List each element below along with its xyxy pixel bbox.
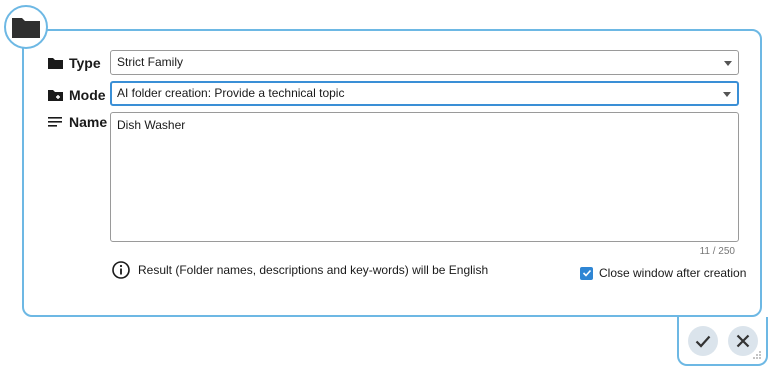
resize-grip-icon[interactable] [752,350,762,360]
check-icon [582,269,591,277]
action-bar [677,317,768,366]
chevron-down-icon [724,60,732,66]
type-value: Strict Family [117,55,183,69]
close-window-option[interactable]: Close window after creation [580,266,746,280]
close-window-checkbox[interactable] [580,266,593,280]
type-select[interactable]: Strict Family [110,50,739,75]
mode-label-group: Mode [48,87,106,103]
confirm-button[interactable] [687,325,718,356]
name-label-group: Name [48,114,107,130]
type-label: Type [69,55,101,71]
info-icon [112,261,130,279]
name-character-counter: 11 / 250 [699,246,735,257]
mode-value: AI folder creation: Provide a technical … [117,86,345,100]
info-text: Result (Folder names, descriptions and k… [138,263,489,277]
name-value: Dish Washer [117,118,186,132]
type-label-group: Type [48,55,101,71]
mode-label: Mode [69,87,106,103]
folder-icon [12,18,40,38]
folder-icon [48,58,63,69]
name-textarea[interactable]: Dish Washer [110,112,739,242]
lines-icon [48,117,62,127]
folder-add-icon [48,90,63,101]
folder-badge [4,5,48,49]
close-icon [736,334,749,347]
check-icon [695,335,710,348]
chevron-down-icon [723,91,731,97]
language-info: Result (Folder names, descriptions and k… [112,261,488,279]
name-label: Name [69,114,108,130]
close-window-label: Close window after creation [599,266,747,280]
mode-select[interactable]: AI folder creation: Provide a technical … [110,81,739,106]
